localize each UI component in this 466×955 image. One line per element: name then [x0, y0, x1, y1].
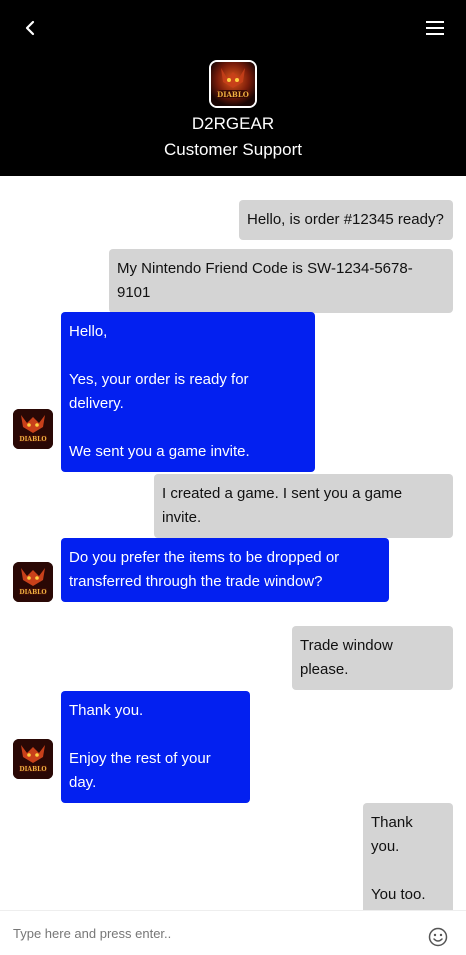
chat-header: DIABLO D2RGEAR Customer Support — [0, 0, 466, 176]
agent-avatar: DIABLO — [13, 409, 53, 449]
user-message: Hello, is order #12345 ready? — [239, 200, 453, 240]
back-chevron-icon[interactable] — [18, 16, 42, 40]
svg-text:DIABLO: DIABLO — [19, 589, 46, 596]
user-message: My Nintendo Friend Code is SW-1234-5678-… — [109, 249, 453, 313]
user-message: Trade window please. — [292, 626, 453, 690]
message-composer — [0, 910, 466, 955]
agent-message: Thank you. Enjoy the rest of your day. — [61, 691, 250, 803]
svg-text:DIABLO: DIABLO — [217, 90, 249, 99]
support-subtitle: Customer Support — [164, 140, 302, 159]
message-input[interactable] — [0, 911, 420, 955]
agent-avatar: DIABLO — [13, 739, 53, 779]
agent-message: Do you prefer the items to be dropped or… — [61, 538, 389, 602]
hamburger-menu-icon[interactable] — [424, 16, 448, 40]
smiley-emoji-icon[interactable] — [428, 927, 448, 947]
user-message: Thank you. You too. — [363, 803, 453, 915]
brand-name: D2RGEAR — [191, 114, 275, 133]
agent-avatar: DIABLO — [13, 562, 53, 602]
agent-message: Hello, Yes, your order is ready for deli… — [61, 312, 315, 472]
svg-text:DIABLO: DIABLO — [19, 766, 46, 773]
brand-logo: DIABLO — [209, 60, 257, 108]
user-message: I created a game. I sent you a game invi… — [154, 474, 453, 538]
svg-text:DIABLO: DIABLO — [19, 436, 46, 443]
